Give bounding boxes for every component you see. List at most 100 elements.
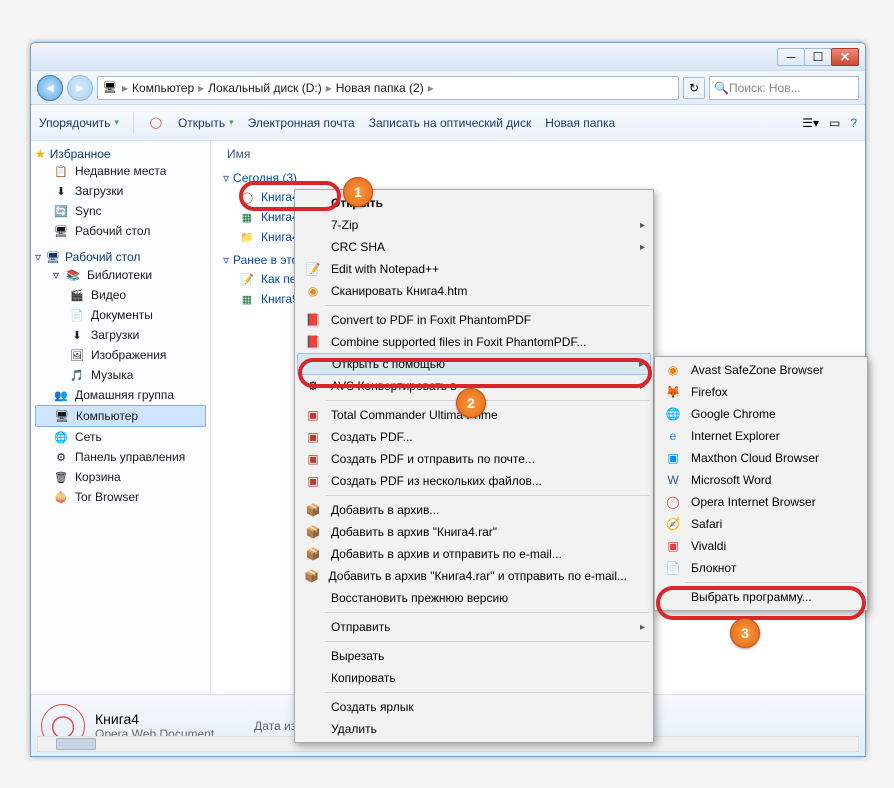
safari-icon: 🧭 — [663, 517, 683, 531]
ctx-restore[interactable]: Восстановить прежнюю версию — [297, 587, 651, 609]
label: Корзина — [75, 470, 121, 484]
minimize-button[interactable]: ─ — [777, 48, 805, 66]
ctx-cpdf3[interactable]: ▣ Создать PDF из нескольких файлов... — [297, 470, 651, 492]
sidebar-music[interactable]: 🎵Музыка — [35, 365, 206, 385]
address-bar[interactable]: 🖥 ▸ Компьютер ▸ Локальный диск (D:) ▸ Но… — [97, 76, 679, 100]
app-vivaldi[interactable]: ▣Vivaldi — [657, 535, 865, 557]
maximize-button[interactable]: ☐ — [804, 48, 832, 66]
ctx-archive1[interactable]: 📦 Добавить в архив... — [297, 499, 651, 521]
scan-icon: ◉ — [303, 284, 323, 298]
minimize-icon: ─ — [787, 50, 796, 64]
label: Создать ярлык — [331, 700, 414, 714]
ctx-cpdf1[interactable]: ▣Создать PDF... — [297, 426, 651, 448]
app-safari[interactable]: 🧭Safari — [657, 513, 865, 535]
ctx-crc[interactable]: CRC SHA — [297, 236, 651, 258]
label: Firefox — [691, 385, 728, 399]
app-maxthon[interactable]: ▣Maxthon Cloud Browser — [657, 447, 865, 469]
organize-button[interactable]: Упорядочить — [39, 116, 119, 130]
sidebar-sync[interactable]: 🔄Sync — [35, 201, 206, 221]
pdf-icon: ▣ — [303, 430, 323, 444]
sidebar-desktop[interactable]: 🖥Рабочий стол — [35, 221, 206, 241]
sidebar-video[interactable]: 🎬Видео — [35, 285, 206, 305]
burn-button[interactable]: Записать на оптический диск — [369, 116, 532, 130]
app-firefox[interactable]: 🦊Firefox — [657, 381, 865, 403]
crumb-drive[interactable]: Локальный диск (D:) — [208, 81, 322, 95]
sidebar-computer[interactable]: 🖥Компьютер — [35, 405, 206, 427]
label: Домашняя группа — [75, 388, 174, 402]
label: Компьютер — [76, 409, 138, 423]
sidebar-network[interactable]: 🌐Сеть — [35, 427, 206, 447]
search-box[interactable]: 🔍 Поиск: Нов... — [709, 76, 859, 100]
ctx-7zip[interactable]: 7-Zip — [297, 214, 651, 236]
sidebar-tor[interactable]: 🧅Tor Browser — [35, 487, 206, 507]
close-button[interactable]: ✕ — [831, 48, 859, 66]
sidebar-dl2[interactable]: ⬇Загрузки — [35, 325, 206, 345]
sidebar-docs[interactable]: 📄Документы — [35, 305, 206, 325]
selected-name: Книга4 — [95, 711, 214, 727]
label: Копировать — [331, 671, 396, 685]
text-icon: 📝 — [239, 271, 255, 287]
recent-icon: 📋 — [53, 163, 69, 179]
ctx-archive4[interactable]: 📦Добавить в архив "Книга4.rar" и отправи… — [297, 565, 651, 587]
open-button[interactable]: Открыть — [178, 116, 234, 130]
label: Открыть с помощью — [332, 357, 445, 371]
pdf-icon: ▣ — [303, 474, 323, 488]
sidebar-trash[interactable]: 🗑Корзина — [35, 467, 206, 487]
label: Создать PDF из нескольких файлов... — [331, 474, 542, 488]
desktop-header[interactable]: ▿ 🖥Рабочий стол — [35, 249, 206, 265]
email-button[interactable]: Электронная почта — [248, 116, 355, 130]
sidebar-recent[interactable]: 📋Недавние места — [35, 161, 206, 181]
app-word[interactable]: WMicrosoft Word — [657, 469, 865, 491]
column-name[interactable]: Имя — [221, 147, 855, 165]
forward-button[interactable]: ► — [67, 75, 93, 101]
video-icon: 🎬 — [69, 287, 85, 303]
app-avast[interactable]: ◉Avast SafeZone Browser — [657, 359, 865, 381]
back-button[interactable]: ◄ — [37, 75, 63, 101]
app-notepad[interactable]: 📄Блокнот — [657, 557, 865, 579]
app-choose[interactable]: Выбрать программу... — [657, 586, 865, 608]
crumb-computer[interactable]: Компьютер — [132, 81, 194, 95]
group-today[interactable]: ▿ Сегодня (3) — [223, 171, 855, 185]
ctx-pdf1[interactable]: 📕Convert to PDF in Foxit PhantomPDF — [297, 309, 651, 331]
ctx-cut[interactable]: Вырезать — [297, 645, 651, 667]
sync-icon: 🔄 — [53, 203, 69, 219]
ctx-delete[interactable]: Удалить — [297, 718, 651, 740]
avs-icon: ⚙ — [303, 379, 323, 393]
view-button[interactable]: ☰▾ — [802, 116, 819, 130]
rar-icon: 📦 — [303, 503, 323, 517]
excel-icon: ▦ — [239, 209, 255, 225]
refresh-button[interactable]: ↻ — [683, 77, 705, 99]
ctx-shortcut[interactable]: Создать ярлык — [297, 696, 651, 718]
ctx-openwith[interactable]: Открыть с помощью — [297, 353, 651, 375]
tc-icon: ▣ — [303, 408, 323, 422]
ctx-copy[interactable]: Копировать — [297, 667, 651, 689]
ctx-npp[interactable]: 📝Edit with Notepad++ — [297, 258, 651, 280]
ctx-scan[interactable]: ◉ Сканировать Книга4.htm — [297, 280, 651, 302]
favorites-header[interactable]: ★Избранное — [35, 147, 206, 161]
sidebar-downloads[interactable]: ⬇Загрузки — [35, 181, 206, 201]
search-icon: 🔍 — [714, 81, 729, 95]
ctx-send[interactable]: Отправить — [297, 616, 651, 638]
chevron-icon: ▸ — [326, 81, 332, 95]
label: Tor Browser — [75, 490, 139, 504]
sidebar-images[interactable]: 🖼Изображения — [35, 345, 206, 365]
vivaldi-icon: ▣ — [663, 539, 683, 553]
label: Сканировать Книга4.htm — [331, 284, 467, 298]
opera-icon: ◯ — [148, 115, 164, 131]
sidebar-controlpanel[interactable]: ⚙Панель управления — [35, 447, 206, 467]
ctx-pdf2[interactable]: 📕Combine supported files in Foxit Phanto… — [297, 331, 651, 353]
app-opera[interactable]: ◯Opera Internet Browser — [657, 491, 865, 513]
label: Добавить в архив... — [331, 503, 439, 517]
ctx-cpdf2[interactable]: ▣Создать PDF и отправить по почте... — [297, 448, 651, 470]
crumb-folder[interactable]: Новая папка (2) — [336, 81, 424, 95]
sidebar-libraries[interactable]: ▿📚Библиотеки — [35, 265, 206, 285]
preview-button[interactable]: ▭ — [829, 116, 840, 130]
label: Добавить в архив "Книга4.rar" и отправит… — [329, 569, 627, 583]
help-button[interactable]: ? — [850, 116, 857, 130]
ctx-archive2[interactable]: 📦Добавить в архив "Книга4.rar" — [297, 521, 651, 543]
newfolder-button[interactable]: Новая папка — [545, 116, 615, 130]
sidebar-homegroup[interactable]: 👥Домашняя группа — [35, 385, 206, 405]
app-ie[interactable]: eInternet Explorer — [657, 425, 865, 447]
ctx-archive3[interactable]: 📦Добавить в архив и отправить по e-mail.… — [297, 543, 651, 565]
app-chrome[interactable]: 🌐Google Chrome — [657, 403, 865, 425]
